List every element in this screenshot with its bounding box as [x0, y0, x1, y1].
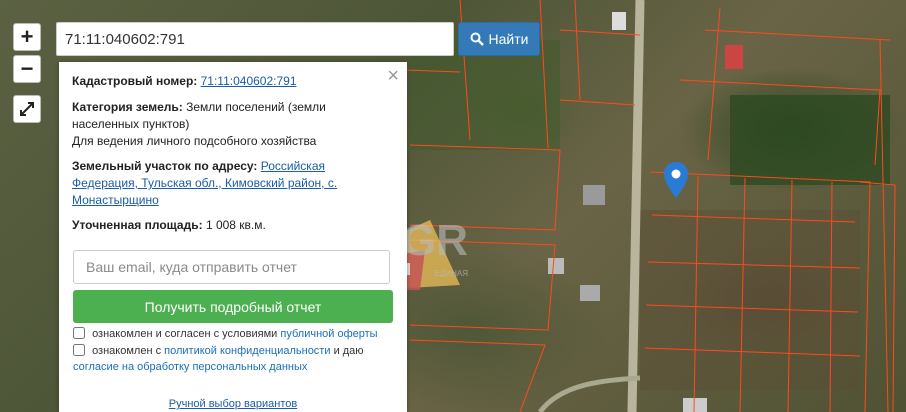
address-row: Земельный участок по адресу: Российская … — [72, 158, 372, 209]
privacy-policy-link[interactable]: политикой конфиденциальности — [164, 345, 330, 357]
category-row: Категория земель: Земли поселений (земли… — [72, 99, 372, 150]
privacy-checkbox[interactable] — [73, 344, 85, 356]
close-icon[interactable]: × — [387, 66, 399, 86]
search-button-label: Найти — [488, 31, 529, 47]
personal-data-link[interactable]: согласие на обработку персональных данны… — [73, 361, 307, 373]
parcel-info-panel: × Кадастровый номер: 71:11:040602:791 Ка… — [59, 62, 407, 412]
search-icon — [470, 32, 484, 46]
area-label: Уточненная площадь: — [72, 218, 203, 232]
zoom-out-button[interactable]: − — [13, 55, 41, 83]
fullscreen-button[interactable] — [13, 95, 41, 123]
search-input[interactable] — [56, 22, 454, 56]
svg-text:ЕДИНАЯ: ЕДИНАЯ — [435, 269, 469, 278]
cadastral-link[interactable]: 71:11:040602:791 — [201, 74, 297, 88]
manual-selection-link[interactable]: Ручной выбор вариантов — [59, 398, 407, 410]
consent-offer-text: ознакомлен и согласен с условиями — [92, 328, 278, 340]
address-label: Земельный участок по адресу: — [72, 159, 258, 173]
consent-offer: ознакомлен и согласен с условиями публич… — [73, 326, 393, 342]
zoom-in-button[interactable]: + — [13, 23, 41, 51]
consent-privacy: ознакомлен с политикой конфиденциальност… — [73, 343, 393, 375]
area-row: Уточненная площадь: 1 008 кв.м. — [72, 217, 372, 234]
offer-link[interactable]: публичной оферты — [280, 328, 377, 340]
usage-value: Для ведения личного подсобного хозяйства — [72, 134, 317, 148]
get-report-button[interactable]: Получить подробный отчет — [73, 290, 393, 323]
cadastral-label: Кадастровый номер: — [72, 74, 198, 88]
offer-checkbox[interactable] — [73, 327, 85, 339]
area-value: 1 008 кв.м. — [205, 218, 266, 232]
email-field[interactable] — [73, 250, 390, 284]
expand-icon — [20, 102, 34, 116]
search-button[interactable]: Найти — [458, 22, 540, 56]
consent-privacy-text2: и даю — [333, 345, 364, 357]
consent-privacy-text1: ознакомлен с — [92, 345, 162, 357]
cadastral-row: Кадастровый номер: 71:11:040602:791 — [72, 73, 372, 90]
category-label: Категория земель: — [72, 100, 183, 114]
